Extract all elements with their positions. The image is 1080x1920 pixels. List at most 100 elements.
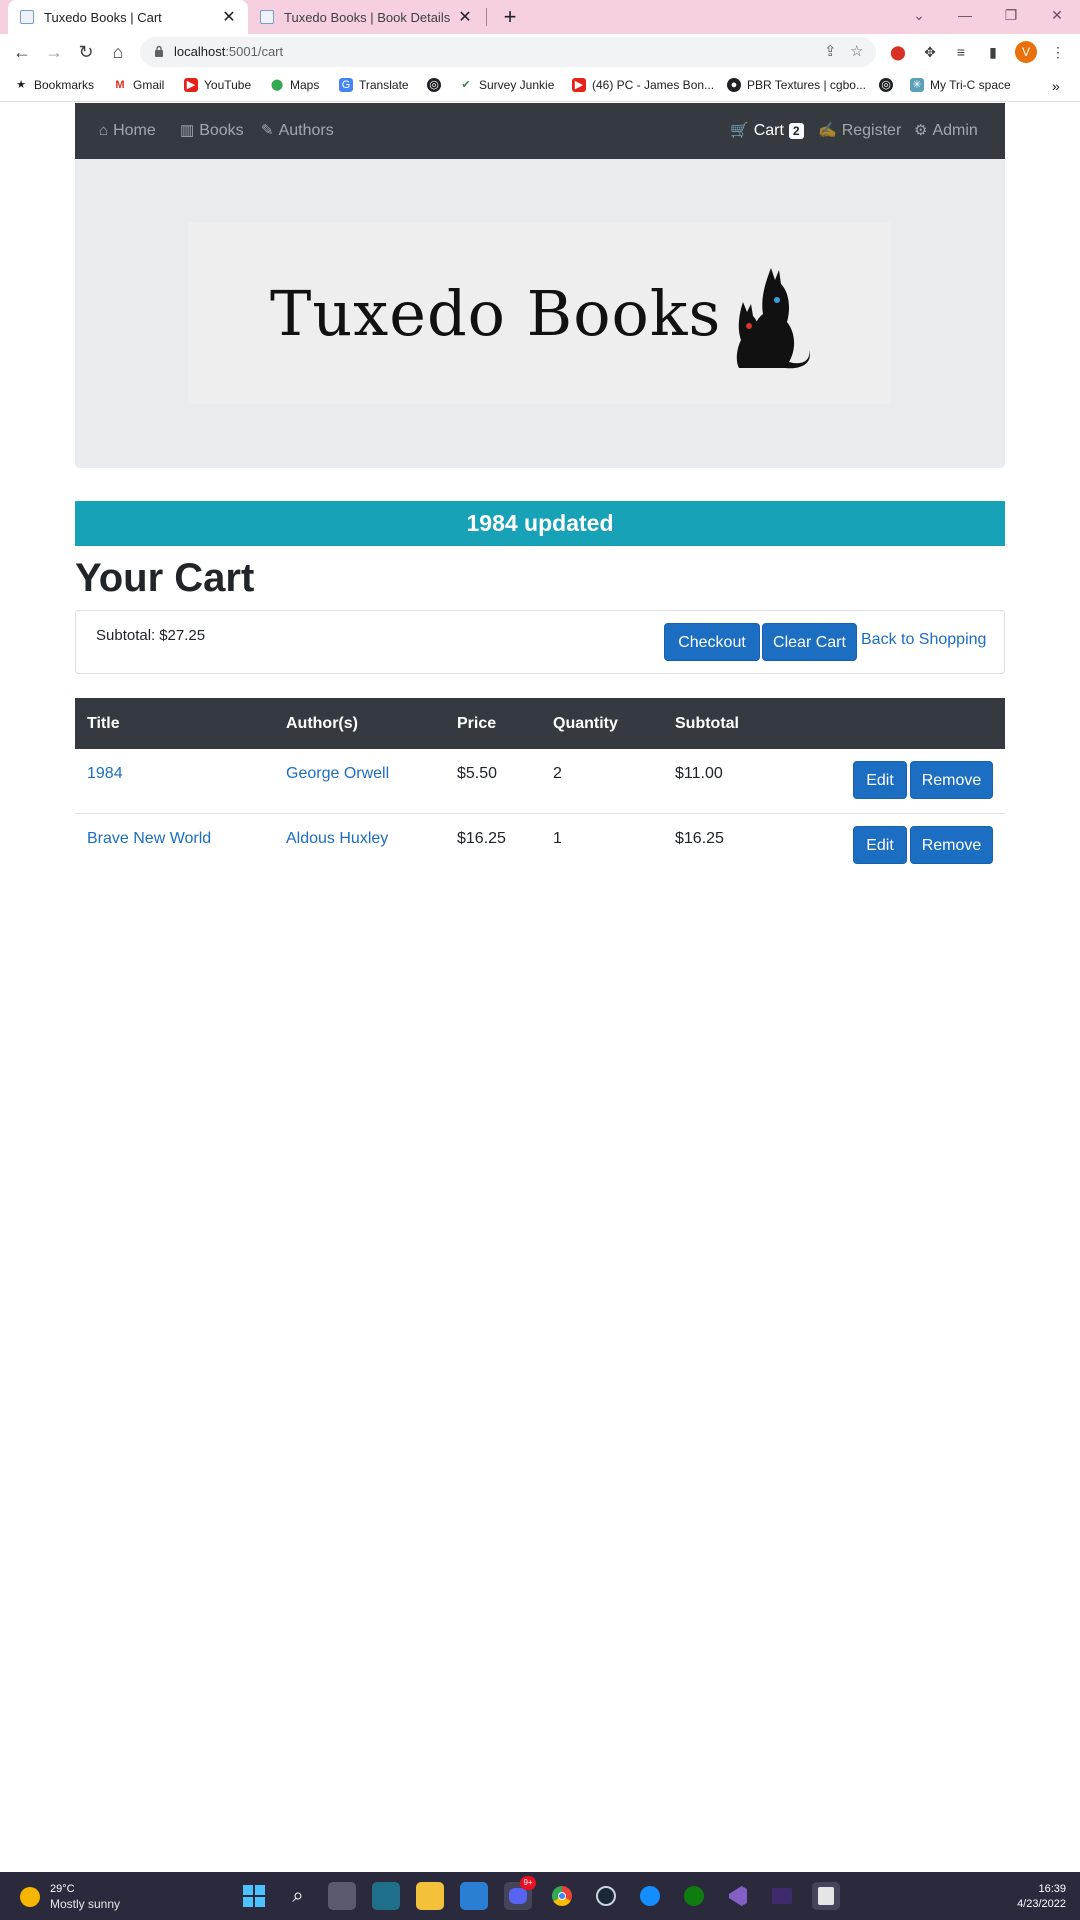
- globe-icon: ◎: [427, 78, 441, 92]
- site-logo: Tuxedo Books: [188, 222, 891, 404]
- nav-home[interactable]: ⌂ Home: [99, 103, 156, 159]
- task-view-icon[interactable]: [328, 1882, 356, 1910]
- page-favicon-icon: [260, 10, 274, 24]
- column-header-authors: Author(s): [286, 715, 358, 732]
- nav-books[interactable]: ▥ Books: [180, 103, 244, 159]
- clear-cart-button[interactable]: Clear Cart: [762, 623, 857, 661]
- extensions-puzzle-icon[interactable]: ✥: [920, 42, 940, 62]
- nav-authors[interactable]: ✎ Authors: [261, 103, 334, 159]
- terminal-icon[interactable]: [768, 1882, 796, 1910]
- site-navbar: ⌂ Home ▥ Books ✎ Authors 🛒 Cart 2 ✍ Register ⚙…: [75, 103, 1005, 159]
- back-to-shopping-link[interactable]: Back to Shopping: [861, 631, 986, 649]
- bookmark-item[interactable]: G Translate: [339, 78, 409, 92]
- shopping-cart-icon: 🛒: [730, 122, 749, 139]
- more-bookmarks-chevron-icon[interactable]: »: [1052, 78, 1060, 94]
- home-icon[interactable]: ⌂: [104, 38, 132, 66]
- profile-avatar[interactable]: V: [1015, 41, 1037, 63]
- bookmark-item[interactable]: ★ Bookmarks: [14, 78, 94, 92]
- feather-icon: ✎: [261, 122, 274, 139]
- globe-icon: ◎: [879, 78, 893, 92]
- steam-icon[interactable]: [592, 1882, 620, 1910]
- bookmark-item[interactable]: M Gmail: [113, 78, 164, 92]
- cart-subtotal: Subtotal: $27.25: [96, 627, 205, 644]
- minimize-button[interactable]: —: [946, 0, 984, 30]
- bookmark-item[interactable]: ⬤ Maps: [270, 78, 320, 92]
- taskbar-app-icon[interactable]: [372, 1882, 400, 1910]
- author-link[interactable]: Aldous Huxley: [286, 830, 388, 848]
- bookmark-item[interactable]: ✔ Survey Junkie: [459, 78, 554, 92]
- book-icon: ▥: [180, 122, 195, 139]
- tab-cart[interactable]: Tuxedo Books | Cart ✕: [8, 0, 248, 34]
- close-tab-icon[interactable]: ✕: [456, 7, 474, 27]
- remove-button[interactable]: Remove: [910, 761, 993, 799]
- share-icon[interactable]: ⇪: [824, 42, 837, 60]
- tab-title: Tuxedo Books | Book Details: [284, 9, 451, 25]
- maps-pin-icon: ⬤: [270, 79, 284, 91]
- snipping-tool-icon[interactable]: [812, 1882, 840, 1910]
- nav-admin[interactable]: ⚙ Admin: [914, 103, 978, 159]
- nav-cart[interactable]: 🛒 Cart 2: [730, 103, 804, 159]
- gmail-icon: M: [113, 78, 127, 92]
- adblock-extension-icon[interactable]: ⬤: [888, 42, 908, 62]
- file-explorer-icon[interactable]: [416, 1882, 444, 1910]
- page-title: Your Cart: [75, 556, 255, 600]
- discord-icon[interactable]: 9+: [504, 1876, 536, 1910]
- book-title-link[interactable]: Brave New World: [87, 830, 211, 848]
- column-header-price: Price: [457, 715, 497, 732]
- reload-icon[interactable]: ↻: [72, 38, 100, 66]
- author-link[interactable]: George Orwell: [286, 765, 389, 783]
- book-title-link[interactable]: 1984: [87, 765, 123, 783]
- column-header-quantity: Quantity: [553, 715, 618, 732]
- edit-button[interactable]: Edit: [853, 826, 907, 864]
- chrome-icon[interactable]: [548, 1882, 576, 1910]
- edit-icon: ✍: [818, 122, 837, 139]
- cart-summary-card: Subtotal: $27.25 Checkout Clear Cart Back…: [75, 610, 1005, 674]
- bookmark-item[interactable]: ▶ YouTube: [184, 78, 251, 92]
- battlenet-icon[interactable]: [636, 1882, 664, 1910]
- reading-list-icon[interactable]: ≡: [951, 42, 971, 62]
- bookmarks-bar: ★ Bookmarks M Gmail ▶ YouTube ⬤ Maps G Transl…: [0, 70, 1080, 102]
- bookmark-star-icon[interactable]: ☆: [850, 42, 863, 60]
- forward-arrow-icon[interactable]: →: [40, 38, 68, 66]
- browser-toolbar: ← → ↻ ⌂ localhost:5001/cart ⇪ ☆ ⬤ ✥ ≡ ▮ …: [0, 34, 1080, 70]
- palette-icon: ●: [727, 78, 741, 92]
- weather-widget[interactable]: 29°C Mostly sunny: [20, 1882, 120, 1912]
- home-icon: ⌂: [99, 122, 109, 139]
- bookmark-item[interactable]: ◎: [427, 78, 447, 92]
- youtube-icon: ▶: [572, 78, 586, 92]
- tab-search-icon[interactable]: ⌄: [900, 0, 938, 30]
- table-row: 1984 George Orwell $5.50 2 $11.00 Edit R…: [75, 749, 1005, 814]
- cart-count-badge: 2: [788, 123, 804, 139]
- subtotal-value: $27.25: [159, 627, 206, 644]
- bookmark-item[interactable]: ✳ My Tri-C space: [910, 78, 1011, 92]
- tab-divider: [486, 8, 487, 26]
- back-arrow-icon[interactable]: ←: [8, 38, 36, 66]
- mail-icon[interactable]: [460, 1882, 488, 1910]
- bookmark-item[interactable]: ◎: [879, 78, 899, 92]
- remove-button[interactable]: Remove: [910, 826, 993, 864]
- address-bar[interactable]: localhost:5001/cart ⇪ ☆: [140, 37, 876, 67]
- nav-register[interactable]: ✍ Register: [818, 103, 901, 159]
- bookmark-item[interactable]: ● PBR Textures | cgbo...: [727, 78, 866, 92]
- checkout-button[interactable]: Checkout: [664, 623, 760, 661]
- new-tab-button[interactable]: +: [497, 4, 523, 30]
- restore-button[interactable]: ❐: [992, 0, 1030, 30]
- xbox-icon[interactable]: [680, 1882, 708, 1910]
- search-icon[interactable]: ⌕: [284, 1882, 312, 1910]
- temperature: 29°C: [50, 1883, 75, 1895]
- visual-studio-icon[interactable]: [724, 1882, 752, 1910]
- bookmark-item[interactable]: ▶ (46) PC - James Bon...: [572, 78, 714, 92]
- edit-button[interactable]: Edit: [853, 761, 907, 799]
- gear-icon: ⚙: [914, 122, 928, 139]
- side-panel-icon[interactable]: ▮: [983, 42, 1003, 62]
- tab-book-details[interactable]: Tuxedo Books | Book Details ✕: [252, 0, 484, 34]
- clock-time: 16:39: [1038, 1883, 1066, 1895]
- url-text: localhost:5001/cart: [174, 44, 284, 59]
- windows-start-icon[interactable]: [240, 1882, 268, 1910]
- close-window-button[interactable]: ✕: [1038, 0, 1076, 30]
- windows-logo-icon: [243, 1885, 265, 1907]
- menu-kebab-icon[interactable]: ⋮: [1048, 42, 1068, 62]
- system-clock[interactable]: 16:39 4/23/2022: [1017, 1882, 1066, 1912]
- weather-condition: Mostly sunny: [50, 1897, 121, 1911]
- close-tab-icon[interactable]: ✕: [220, 7, 238, 27]
